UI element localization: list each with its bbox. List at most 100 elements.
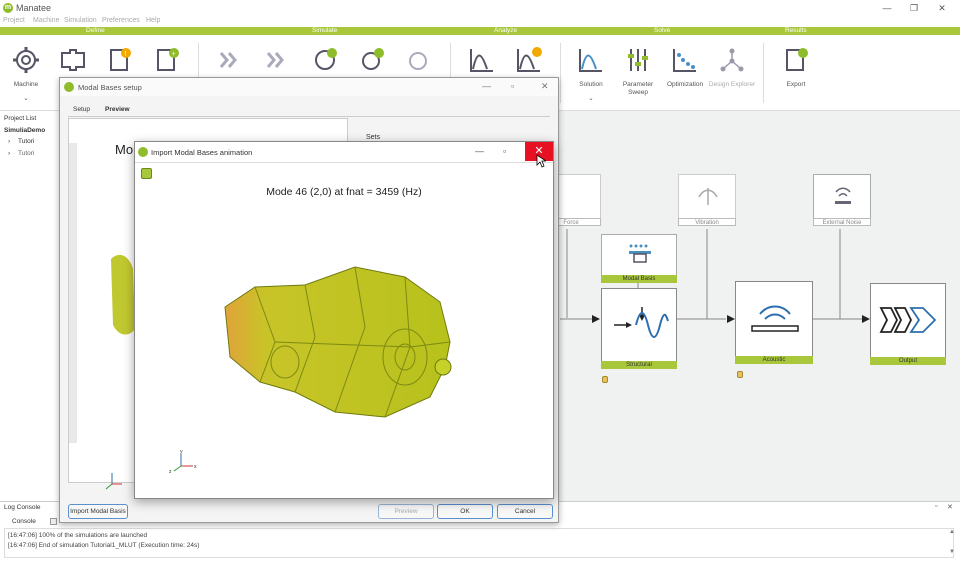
solution-label: Solution bbox=[579, 81, 603, 88]
app-logo-icon bbox=[138, 147, 148, 157]
svg-text:+: + bbox=[172, 51, 176, 58]
axes-triad-icon bbox=[105, 473, 122, 490]
simulate-tool-1-button[interactable] bbox=[214, 43, 248, 77]
project-item[interactable]: Tutori bbox=[18, 150, 34, 157]
acoustic-node-label: Acoustic bbox=[735, 356, 813, 364]
mouse-cursor-icon bbox=[536, 154, 546, 168]
float-panel-icon[interactable]: ▫ bbox=[935, 503, 937, 510]
modal-basis-node-label: Modal Basis bbox=[601, 275, 677, 283]
export-label: Export bbox=[786, 81, 806, 88]
maximize-icon[interactable]: ❐ bbox=[907, 2, 921, 14]
gear-disabled-icon bbox=[409, 52, 427, 70]
axis-z-label: z bbox=[169, 469, 172, 474]
acoustic-icon bbox=[751, 305, 799, 332]
expand-icon[interactable]: › bbox=[8, 138, 10, 145]
curve-plot-icon bbox=[470, 49, 493, 72]
simulate-tool-2-button[interactable] bbox=[261, 43, 295, 77]
tab-preview[interactable]: Preview bbox=[105, 106, 130, 113]
scroll-down-icon[interactable]: ▼ bbox=[949, 549, 955, 555]
tab-setup[interactable]: Setup bbox=[73, 106, 90, 113]
minimize-icon[interactable]: — bbox=[482, 81, 491, 91]
preview-mesh-partial bbox=[111, 254, 135, 335]
cancel-button[interactable]: Cancel bbox=[497, 504, 553, 519]
group-results: Results bbox=[785, 27, 807, 34]
ok-button[interactable]: OK bbox=[437, 504, 493, 519]
preview-button[interactable]: Preview bbox=[378, 504, 434, 519]
menu-project[interactable]: Project bbox=[3, 17, 25, 24]
external-noise-node-label: External Noise bbox=[813, 218, 871, 226]
import-modal-basis-button[interactable]: Import Modal Basis bbox=[68, 504, 128, 519]
dialog-title: Import Modal Bases animation bbox=[151, 148, 253, 157]
structural-wave-icon bbox=[614, 307, 669, 338]
close-icon[interactable]: ✕ bbox=[541, 81, 549, 92]
modal-basis-icon bbox=[629, 244, 651, 263]
document-warning-icon: ! bbox=[110, 48, 131, 71]
vibration-icon bbox=[698, 188, 718, 205]
ribbon-group-bar: Define Simulate Analyze Solve Results bbox=[0, 27, 960, 35]
app-logo-icon: m bbox=[3, 3, 13, 13]
tab-divider bbox=[68, 116, 550, 117]
design-explorer-button[interactable] bbox=[715, 43, 749, 77]
project-item[interactable]: Tutori bbox=[18, 138, 34, 145]
optimization-button[interactable] bbox=[668, 43, 702, 77]
modal-basis-node[interactable]: Modal Basis bbox=[601, 234, 677, 283]
menu-bar: Project Machine Simulation Preferences H… bbox=[0, 16, 960, 27]
chevrons-disabled-icon bbox=[219, 52, 237, 68]
sound-waves-icon bbox=[835, 187, 851, 204]
axes-triad-icon: y x z bbox=[169, 449, 197, 474]
output-node[interactable]: Output bbox=[870, 283, 946, 365]
document-add-icon: + bbox=[157, 48, 179, 71]
export-button[interactable] bbox=[779, 43, 813, 77]
menu-preferences[interactable]: Preferences bbox=[102, 17, 140, 24]
vibration-node[interactable]: Vibration bbox=[678, 174, 736, 226]
external-noise-node[interactable]: External Noise bbox=[813, 174, 871, 226]
dialog-titlebar: Import Modal Bases animation — ▫ ✕ bbox=[135, 142, 553, 162]
log-line: [16:47:06] 100% of the simulations are l… bbox=[8, 532, 148, 539]
puzzle-icon bbox=[61, 49, 85, 71]
define-tool-2-button[interactable] bbox=[56, 43, 90, 77]
simulate-tool-3-button[interactable] bbox=[308, 43, 342, 77]
axis-y-label: y bbox=[180, 449, 183, 455]
dialog-titlebar: Modal Bases setup — ▫ ✕ bbox=[60, 78, 558, 96]
define-tool-3-button[interactable]: ! bbox=[103, 43, 137, 77]
console-tab[interactable]: Console bbox=[4, 516, 54, 527]
simulate-tool-5-button[interactable] bbox=[402, 43, 436, 77]
dialog-title: Modal Bases setup bbox=[78, 83, 142, 92]
maximize-icon[interactable]: ▫ bbox=[503, 146, 506, 156]
solution-button[interactable] bbox=[574, 43, 608, 77]
group-solve: Solve bbox=[654, 27, 671, 34]
analyze-tool-1-button[interactable] bbox=[465, 43, 499, 77]
tab-close-icon[interactable] bbox=[50, 518, 57, 525]
menu-machine[interactable]: Machine bbox=[33, 17, 59, 24]
menu-help[interactable]: Help bbox=[146, 17, 160, 24]
network-icon bbox=[720, 48, 744, 72]
export-icon bbox=[786, 48, 808, 71]
simulate-tool-4-button[interactable] bbox=[355, 43, 389, 77]
save-icon[interactable] bbox=[141, 168, 152, 179]
scroll-up-icon[interactable]: ▲ bbox=[949, 529, 955, 535]
analyze-tool-2-button[interactable] bbox=[512, 43, 546, 77]
close-icon[interactable]: ✕ bbox=[935, 2, 949, 14]
output-chevrons-icon bbox=[879, 307, 937, 333]
group-define: Define bbox=[86, 27, 105, 34]
sliders-icon bbox=[628, 49, 648, 71]
parameter-sweep-button[interactable] bbox=[621, 43, 655, 77]
close-panel-icon[interactable]: ✕ bbox=[947, 503, 953, 511]
svg-text:!: ! bbox=[125, 51, 127, 58]
sets-label: Sets bbox=[366, 134, 381, 141]
expand-icon[interactable]: › bbox=[8, 150, 10, 157]
optimization-label: Optimization bbox=[666, 81, 704, 88]
project-root[interactable]: SimuliaDemo bbox=[4, 127, 45, 134]
maximize-icon[interactable]: ▫ bbox=[511, 81, 514, 91]
menu-simulation[interactable]: Simulation bbox=[64, 17, 97, 24]
minimize-icon[interactable]: — bbox=[880, 2, 894, 14]
structural-node-label: Structural bbox=[601, 361, 677, 369]
chevrons-disabled-icon bbox=[266, 52, 284, 68]
structural-node[interactable]: Structural bbox=[601, 288, 677, 369]
machine-button[interactable] bbox=[9, 43, 43, 77]
acoustic-node[interactable]: Acoustic bbox=[735, 281, 813, 364]
minimize-icon[interactable]: — bbox=[475, 146, 484, 156]
define-tool-4-button[interactable]: + bbox=[150, 43, 184, 77]
machine-dropdown-icon[interactable]: ⌄ bbox=[1, 95, 51, 103]
solution-dropdown-icon[interactable]: ⌄ bbox=[566, 95, 616, 103]
